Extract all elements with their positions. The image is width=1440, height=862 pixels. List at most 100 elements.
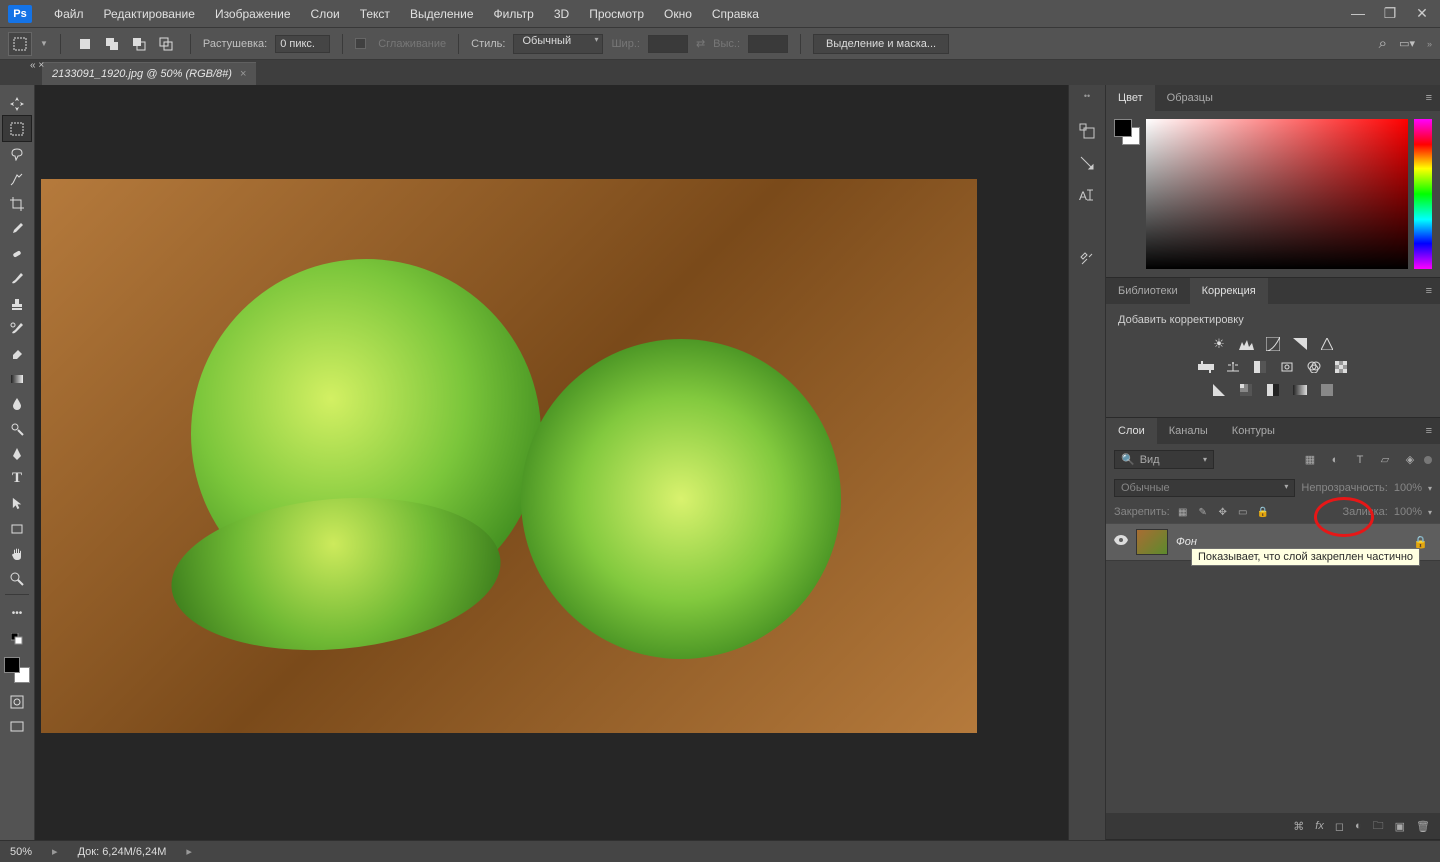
color-swatch-tool[interactable] xyxy=(4,657,30,683)
filter-pixel-icon[interactable]: ▦ xyxy=(1302,452,1318,468)
quickmask-tool-icon[interactable] xyxy=(3,689,31,714)
zoom-level[interactable]: 50% xyxy=(10,846,32,858)
close-icon[interactable]: ✕ xyxy=(1412,5,1432,22)
adjustments-tab[interactable]: Коррекция xyxy=(1190,278,1268,304)
bw-icon[interactable] xyxy=(1251,359,1269,375)
document-tab-close-icon[interactable]: × xyxy=(240,68,246,80)
color-lookup-icon[interactable] xyxy=(1332,359,1350,375)
paths-tab[interactable]: Контуры xyxy=(1220,418,1287,444)
filter-type-icon[interactable]: T xyxy=(1352,452,1368,468)
selection-new-icon[interactable] xyxy=(73,32,97,56)
gradient-map-icon[interactable] xyxy=(1291,382,1309,398)
levels-icon[interactable] xyxy=(1237,336,1255,352)
menu-edit[interactable]: Редактирование xyxy=(94,3,205,25)
libraries-tab[interactable]: Библиотеки xyxy=(1106,278,1190,304)
filter-adjust-icon[interactable]: ◐ xyxy=(1327,452,1343,468)
move-tool-icon[interactable] xyxy=(3,91,31,116)
lock-position-icon[interactable]: ✥ xyxy=(1216,505,1230,519)
layers-tab[interactable]: Слои xyxy=(1106,418,1157,444)
foreground-color-swatch[interactable] xyxy=(4,657,20,673)
invert-icon[interactable] xyxy=(1210,382,1228,398)
lock-all-icon[interactable]: 🔒 xyxy=(1256,505,1270,519)
selective-color-icon[interactable] xyxy=(1318,382,1336,398)
posterize-icon[interactable] xyxy=(1237,382,1255,398)
color-tab[interactable]: Цвет xyxy=(1106,85,1155,111)
new-layer-icon[interactable]: ▣ xyxy=(1395,820,1405,833)
style-select[interactable]: Обычный ▾ xyxy=(513,34,603,54)
screenmode-tool-icon[interactable] xyxy=(3,714,31,739)
swatches-tab[interactable]: Образцы xyxy=(1155,85,1225,111)
tool-preset-icon[interactable] xyxy=(8,32,32,56)
photo-filter-icon[interactable] xyxy=(1278,359,1296,375)
gradient-tool-icon[interactable] xyxy=(3,366,31,391)
eyedropper-tool-icon[interactable] xyxy=(3,216,31,241)
layer-filter-select[interactable]: 🔍Вид▾ xyxy=(1114,450,1214,469)
lock-pixels-icon[interactable]: ✎ xyxy=(1196,505,1210,519)
stamp-tool-icon[interactable] xyxy=(3,291,31,316)
visibility-icon[interactable] xyxy=(1114,535,1128,549)
menu-filter[interactable]: Фильтр xyxy=(484,3,544,25)
channels-tab[interactable]: Каналы xyxy=(1157,418,1220,444)
collapse-toolbar-icon[interactable]: « × xyxy=(30,60,44,71)
crop-tool-icon[interactable] xyxy=(3,191,31,216)
brush-tool-icon[interactable] xyxy=(3,266,31,291)
document-tab[interactable]: 2133091_1920.jpg @ 50% (RGB/8#) × xyxy=(42,62,256,85)
rectangle-tool-icon[interactable] xyxy=(3,516,31,541)
lock-transparency-icon[interactable]: ▦ xyxy=(1176,505,1190,519)
threshold-icon[interactable] xyxy=(1264,382,1282,398)
path-select-tool-icon[interactable] xyxy=(3,491,31,516)
history-brush-tool-icon[interactable] xyxy=(3,316,31,341)
selection-add-icon[interactable] xyxy=(100,32,124,56)
lock-artboard-icon[interactable]: ▭ xyxy=(1236,505,1250,519)
brightness-icon[interactable]: ☀ xyxy=(1210,336,1228,352)
eraser-tool-icon[interactable] xyxy=(3,341,31,366)
fill-value[interactable]: 100% xyxy=(1394,506,1422,518)
minimize-icon[interactable]: — xyxy=(1348,5,1368,22)
type-tool-icon[interactable]: T xyxy=(3,466,31,491)
opacity-value[interactable]: 100% xyxy=(1394,482,1422,494)
pen-tool-icon[interactable] xyxy=(3,441,31,466)
new-adjustment-layer-icon[interactable]: ◐ xyxy=(1355,820,1362,832)
add-mask-icon[interactable]: ◻ xyxy=(1335,820,1344,833)
maximize-icon[interactable]: ❐ xyxy=(1380,5,1400,22)
menu-select[interactable]: Выделение xyxy=(400,3,484,25)
color-field[interactable] xyxy=(1146,119,1408,269)
properties-panel-icon[interactable] xyxy=(1075,153,1099,173)
panel-menu-icon[interactable]: ≡ xyxy=(1418,425,1440,437)
channel-mixer-icon[interactable] xyxy=(1305,359,1323,375)
panel-menu-icon[interactable]: ≡ xyxy=(1418,285,1440,297)
character-panel-icon[interactable]: A xyxy=(1075,185,1099,205)
menu-layer[interactable]: Слои xyxy=(301,3,350,25)
panel-menu-icon[interactable]: ≡ xyxy=(1418,92,1440,104)
status-arrow2-icon[interactable]: ▸ xyxy=(186,845,192,858)
menu-view[interactable]: Просмотр xyxy=(579,3,654,25)
feather-input[interactable] xyxy=(275,35,330,53)
default-colors-icon[interactable] xyxy=(3,626,31,651)
fg-swatch[interactable] xyxy=(1114,119,1132,137)
new-group-icon[interactable]: 🗀 xyxy=(1373,817,1384,836)
canvas-area[interactable] xyxy=(35,85,1068,840)
menu-window[interactable]: Окно xyxy=(654,3,702,25)
zoom-tool-icon[interactable] xyxy=(3,566,31,591)
chevron-down-icon[interactable]: ▼ xyxy=(40,39,48,48)
healing-tool-icon[interactable] xyxy=(3,241,31,266)
layer-lock-icon[interactable]: 🔒 xyxy=(1413,535,1432,549)
menu-image[interactable]: Изображение xyxy=(205,3,301,25)
link-layers-icon[interactable]: ⌘ xyxy=(1293,820,1304,833)
filter-shape-icon[interactable]: ▱ xyxy=(1377,452,1393,468)
edit-toolbar-icon[interactable]: ••• xyxy=(3,601,31,626)
quick-select-tool-icon[interactable] xyxy=(3,166,31,191)
exposure-icon[interactable] xyxy=(1291,336,1309,352)
hue-slider[interactable] xyxy=(1414,119,1432,269)
expand-panels-icon[interactable]: » xyxy=(1427,39,1432,49)
dodge-tool-icon[interactable] xyxy=(3,416,31,441)
vibrance-icon[interactable] xyxy=(1318,336,1336,352)
lasso-tool-icon[interactable] xyxy=(3,141,31,166)
curves-icon[interactable] xyxy=(1264,336,1282,352)
workspace-switcher-icon[interactable]: ▭▾ xyxy=(1399,37,1415,50)
hand-tool-icon[interactable] xyxy=(3,541,31,566)
layer-fx-icon[interactable]: fx xyxy=(1315,820,1324,832)
menu-3d[interactable]: 3D xyxy=(544,3,579,25)
menu-file[interactable]: Файл xyxy=(44,3,94,25)
blur-tool-icon[interactable] xyxy=(3,391,31,416)
